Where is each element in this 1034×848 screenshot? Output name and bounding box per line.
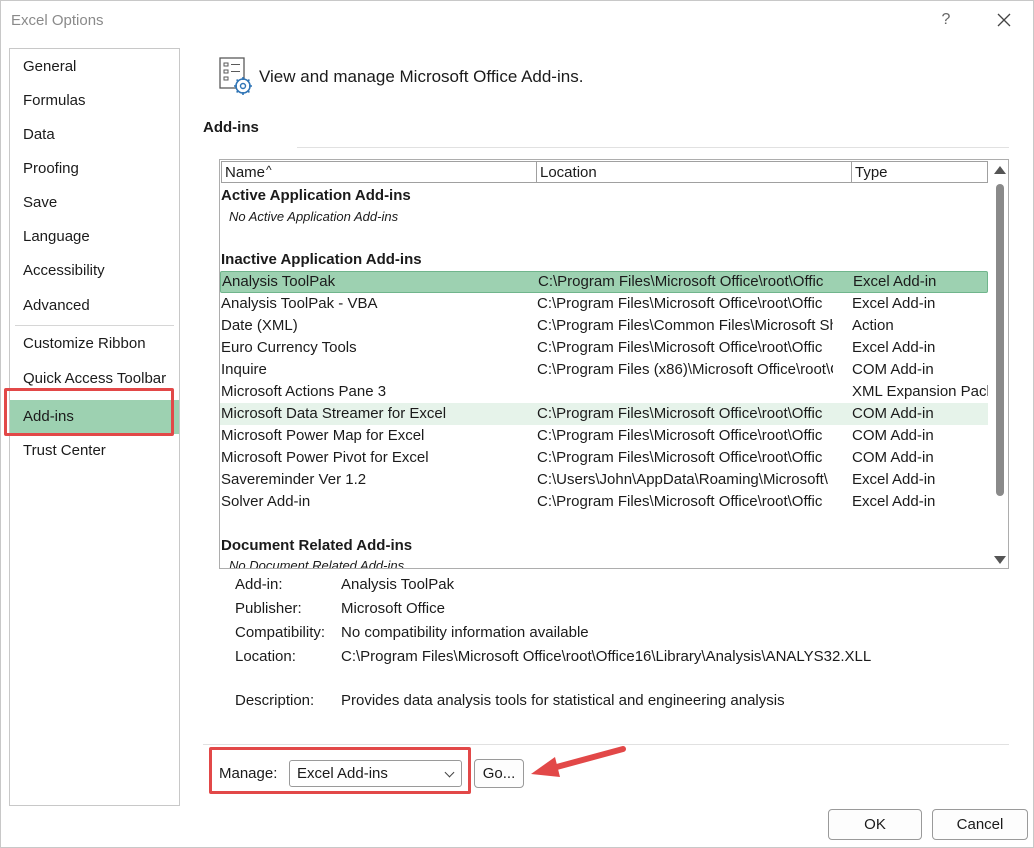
detail-value-compatibility: No compatibility information available <box>341 624 589 641</box>
addins-list[interactable]: Name^ Location Type Active Application A… <box>219 159 1009 569</box>
excel-options-dialog: Excel Options ? General Formulas Data Pr… <box>0 0 1034 848</box>
row-type: COM Add-in <box>852 427 934 444</box>
window-title: Excel Options <box>11 12 104 29</box>
nav-item-general[interactable]: General <box>10 50 179 84</box>
row-name: Solver Add-in <box>221 493 311 510</box>
table-row[interactable]: Savereminder Ver 1.2 C:\Users\John\AppDa… <box>220 469 988 491</box>
table-row[interactable]: Inquire C:\Program Files (x86)\Microsoft… <box>220 359 988 381</box>
row-type: XML Expansion Pack <box>852 383 988 400</box>
column-header-location[interactable]: Location <box>536 161 852 183</box>
section-divider <box>297 147 1009 148</box>
detail-label-publisher: Publisher: <box>235 600 302 617</box>
row-location: C:\Program Files\Common Files\Microsoft … <box>537 317 833 334</box>
nav-item-advanced[interactable]: Advanced <box>10 289 179 323</box>
detail-value-description: Provides data analysis tools for statist… <box>341 692 785 709</box>
row-name: Euro Currency Tools <box>221 339 357 356</box>
nav-item-trust-center[interactable]: Trust Center <box>10 434 179 468</box>
row-type: Excel Add-in <box>852 471 936 488</box>
row-name: Microsoft Data Streamer for Excel <box>221 405 447 422</box>
table-row[interactable]: Microsoft Power Map for Excel C:\Program… <box>220 425 988 447</box>
row-name: Microsoft Power Pivot for Excel <box>221 449 429 466</box>
row-type: Excel Add-in <box>852 339 936 356</box>
red-arrow-annotation <box>531 746 626 777</box>
row-location: C:\Program Files\Microsoft Office\root\O… <box>537 339 823 356</box>
row-type: Excel Add-in <box>853 273 937 290</box>
scroll-down-icon[interactable] <box>994 556 1006 564</box>
row-type: COM Add-in <box>852 405 934 422</box>
detail-value-location: C:\Program Files\Microsoft Office\root\O… <box>341 648 872 665</box>
row-name: Microsoft Power Map for Excel <box>221 427 425 444</box>
column-header-type[interactable]: Type <box>851 161 988 183</box>
nav-item-formulas[interactable]: Formulas <box>10 84 179 118</box>
detail-label-addin: Add-in: <box>235 576 283 593</box>
nav-item-data[interactable]: Data <box>10 118 179 152</box>
help-button[interactable]: ? <box>931 7 961 33</box>
row-type: Excel Add-in <box>852 295 936 312</box>
group-empty-document: No Document Related Add-ins <box>229 558 405 569</box>
table-row[interactable]: Euro Currency Tools C:\Program Files\Mic… <box>220 337 988 359</box>
group-title-active: Active Application Add-ins <box>221 187 411 204</box>
table-row[interactable]: Analysis ToolPak - VBA C:\Program Files\… <box>220 293 988 315</box>
detail-label-location: Location: <box>235 648 296 665</box>
row-name: Microsoft Actions Pane 3 <box>221 383 387 400</box>
row-name: Savereminder Ver 1.2 <box>221 471 367 488</box>
cancel-button[interactable]: Cancel <box>932 809 1028 840</box>
nav-item-save[interactable]: Save <box>10 186 179 220</box>
row-location: C:\Program Files\Microsoft Office\root\O… <box>538 273 824 290</box>
row-location: C:\Users\John\AppData\Roaming\Microsoft\ <box>537 471 828 488</box>
row-name: Analysis ToolPak <box>222 273 336 290</box>
detail-label-compatibility: Compatibility: <box>235 624 326 641</box>
row-type: Excel Add-in <box>852 493 936 510</box>
table-row[interactable]: Microsoft Power Pivot for Excel C:\Progr… <box>220 447 988 469</box>
row-name: Inquire <box>221 361 267 378</box>
row-name: Date (XML) <box>221 317 298 334</box>
go-button[interactable]: Go... <box>474 759 524 788</box>
scroll-thumb[interactable] <box>996 184 1004 496</box>
row-location: C:\Program Files (x86)\Microsoft Office\… <box>537 361 833 378</box>
close-icon <box>997 13 1011 27</box>
table-row[interactable]: Analysis ToolPak C:\Program Files\Micros… <box>220 271 988 293</box>
nav-item-accessibility[interactable]: Accessibility <box>10 254 179 288</box>
ok-button[interactable]: OK <box>828 809 922 840</box>
addins-settings-icon <box>219 57 252 95</box>
group-title-inactive: Inactive Application Add-ins <box>221 251 422 268</box>
table-row[interactable]: Date (XML) C:\Program Files\Common Files… <box>220 315 988 337</box>
row-type: Action <box>852 317 894 334</box>
nav-item-language[interactable]: Language <box>10 220 179 254</box>
list-scrollbar[interactable] <box>992 162 1008 568</box>
nav-item-customize-ribbon[interactable]: Customize Ribbon <box>10 327 179 361</box>
add-ins-highlight-box <box>4 388 174 436</box>
page-heading: View and manage Microsoft Office Add-ins… <box>259 67 584 86</box>
column-header-name[interactable]: Name^ <box>221 161 537 183</box>
nav-item-proofing[interactable]: Proofing <box>10 152 179 186</box>
detail-value-addin: Analysis ToolPak <box>341 576 455 593</box>
close-button[interactable] <box>989 7 1019 33</box>
detail-value-publisher: Microsoft Office <box>341 600 445 617</box>
nav-divider <box>15 325 174 326</box>
row-location: C:\Program Files\Microsoft Office\root\O… <box>537 493 823 510</box>
row-location: C:\Program Files\Microsoft Office\root\O… <box>537 405 823 422</box>
table-row[interactable]: Microsoft Data Streamer for Excel C:\Pro… <box>220 403 988 425</box>
scroll-up-icon[interactable] <box>994 166 1006 174</box>
row-name: Analysis ToolPak - VBA <box>221 295 378 312</box>
row-location: C:\Program Files\Microsoft Office\root\O… <box>537 427 823 444</box>
detail-label-description: Description: <box>235 692 315 709</box>
table-row[interactable]: Solver Add-in C:\Program Files\Microsoft… <box>220 491 988 513</box>
section-title: Add-ins <box>203 119 259 136</box>
column-header-name-label: Name <box>225 164 266 181</box>
table-row[interactable]: Microsoft Actions Pane 3 XML Expansion P… <box>220 381 988 403</box>
sort-indicator-icon: ^ <box>266 163 272 177</box>
row-type: COM Add-in <box>852 449 934 466</box>
manage-highlight-box <box>209 747 471 794</box>
group-title-document: Document Related Add-ins <box>221 537 413 554</box>
row-type: COM Add-in <box>852 361 934 378</box>
row-location: C:\Program Files\Microsoft Office\root\O… <box>537 449 823 466</box>
title-bar: Excel Options ? <box>1 1 1033 39</box>
row-location: C:\Program Files\Microsoft Office\root\O… <box>537 295 823 312</box>
group-empty-active: No Active Application Add-ins <box>229 209 399 224</box>
